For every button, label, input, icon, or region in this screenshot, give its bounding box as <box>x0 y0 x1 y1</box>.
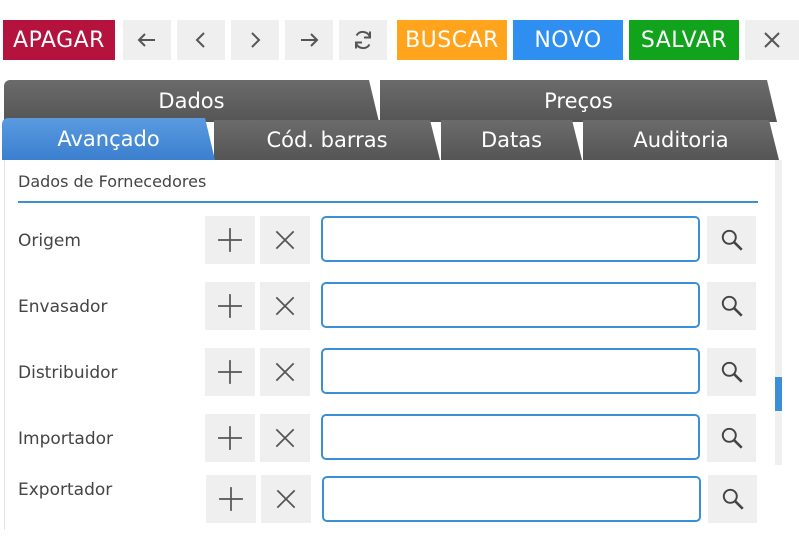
magnifier-icon <box>721 427 743 449</box>
magnifier-icon <box>721 295 743 317</box>
chevron-right-icon <box>251 32 261 48</box>
refresh-button[interactable] <box>339 20 387 60</box>
search-origem-button[interactable] <box>707 216 756 264</box>
search-button[interactable]: BUSCAR <box>397 20 507 60</box>
section-divider <box>18 201 758 203</box>
next-button[interactable] <box>231 20 279 60</box>
field-label-origem: Origem <box>18 231 81 251</box>
tab-cod-barras[interactable]: Cód. barras <box>214 120 440 160</box>
scrollbar-track[interactable] <box>775 160 782 465</box>
tab-avancado[interactable]: Avançado <box>2 118 215 160</box>
add-origem-button[interactable] <box>205 216 255 264</box>
save-button[interactable]: SALVAR <box>629 20 739 60</box>
new-button-label: NOVO <box>534 27 602 53</box>
add-exportador-button[interactable] <box>206 475 256 523</box>
previous-button[interactable] <box>177 20 225 60</box>
field-label-exportador: Exportador <box>18 480 113 500</box>
clear-importador-button[interactable] <box>260 414 310 462</box>
search-envasador-button[interactable] <box>707 282 756 330</box>
close-button[interactable] <box>745 20 799 60</box>
magnifier-icon <box>721 361 743 383</box>
save-button-label: SALVAR <box>640 27 728 53</box>
close-icon <box>764 32 780 48</box>
plus-icon <box>218 426 242 450</box>
add-distribuidor-button[interactable] <box>205 348 255 396</box>
plus-icon <box>218 360 242 384</box>
plus-icon <box>219 487 243 511</box>
distribuidor-field[interactable] <box>321 348 700 394</box>
close-icon <box>275 362 295 382</box>
tab-auditoria-label: Auditoria <box>633 128 729 152</box>
tab-dados[interactable]: Dados <box>4 80 379 122</box>
tab-avancado-label: Avançado <box>57 127 160 151</box>
back-button[interactable] <box>123 20 171 60</box>
arrow-left-icon <box>137 33 155 47</box>
scrollbar-thumb[interactable] <box>775 377 782 411</box>
tab-auditoria[interactable]: Auditoria <box>583 120 779 160</box>
search-exportador-button[interactable] <box>708 475 757 523</box>
magnifier-icon <box>721 229 743 251</box>
tab-datas-label: Datas <box>480 128 543 152</box>
tab-dados-label: Dados <box>158 89 225 113</box>
plus-icon <box>218 228 242 252</box>
origem-field[interactable] <box>321 216 700 262</box>
chevron-left-icon <box>195 32 205 48</box>
new-button[interactable]: NOVO <box>513 20 623 60</box>
field-label-envasador: Envasador <box>18 297 108 317</box>
clear-envasador-button[interactable] <box>260 282 310 330</box>
close-icon <box>275 428 295 448</box>
delete-button-label: APAGAR <box>13 27 105 53</box>
forward-button[interactable] <box>285 20 333 60</box>
delete-button[interactable]: APAGAR <box>3 20 115 60</box>
clear-distribuidor-button[interactable] <box>260 348 310 396</box>
add-envasador-button[interactable] <box>205 282 255 330</box>
close-icon <box>276 489 296 509</box>
section-title: Dados de Fornecedores <box>18 172 207 191</box>
magnifier-icon <box>722 488 744 510</box>
close-icon <box>275 230 295 250</box>
envasador-field[interactable] <box>321 282 700 328</box>
search-distribuidor-button[interactable] <box>707 348 756 396</box>
refresh-icon <box>355 30 371 50</box>
clear-origem-button[interactable] <box>260 216 310 264</box>
plus-icon <box>218 294 242 318</box>
field-label-distribuidor: Distribuidor <box>18 363 118 383</box>
clear-exportador-button[interactable] <box>261 475 311 523</box>
tab-precos[interactable]: Preços <box>380 80 777 122</box>
exportador-field[interactable] <box>322 476 701 522</box>
add-importador-button[interactable] <box>205 414 255 462</box>
tab-cod-barras-label: Cód. barras <box>266 128 388 152</box>
arrow-right-icon <box>301 33 319 47</box>
search-importador-button[interactable] <box>707 414 756 462</box>
field-label-importador: Importador <box>18 429 114 449</box>
tab-precos-label: Preços <box>544 89 613 113</box>
tab-datas[interactable]: Datas <box>441 120 582 160</box>
search-button-label: BUSCAR <box>405 27 499 53</box>
importador-field[interactable] <box>321 414 700 460</box>
close-icon <box>275 296 295 316</box>
